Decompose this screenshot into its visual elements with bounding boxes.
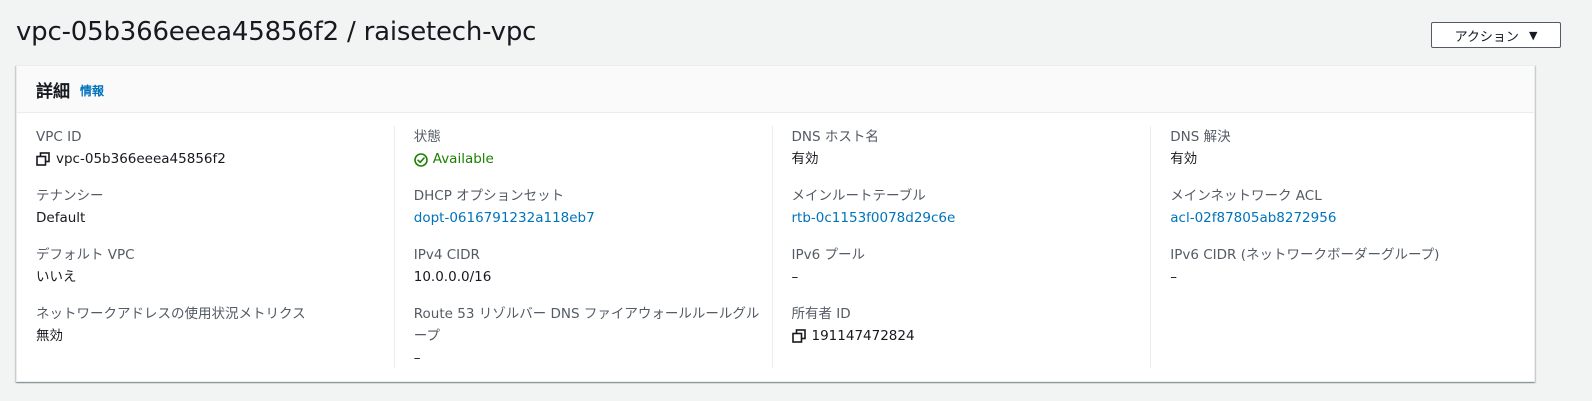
vpc-id-value: vpc-05b366eeea45856f2 bbox=[56, 151, 226, 167]
details-columns: VPC ID vpc-05b366eeea45856f2 テナンシー Defau… bbox=[17, 113, 1534, 368]
field-label: デフォルト VPC bbox=[36, 247, 135, 263]
field-dns-hostnames: DNS ホスト名 有効 bbox=[792, 126, 1152, 170]
field-label: テナンシー bbox=[36, 188, 104, 204]
details-panel-header: 詳細 情報 bbox=[17, 66, 1534, 113]
details-column-4: DNS 解決 有効 メインネットワーク ACL acl-02f87805ab82… bbox=[1151, 113, 1534, 368]
field-label: IPv4 CIDR bbox=[413, 247, 480, 263]
ipv6-cidr-value: – bbox=[1170, 269, 1177, 285]
field-label: VPC ID bbox=[36, 129, 82, 145]
main-network-acl-link[interactable]: acl-02f87805ab8272956 bbox=[1170, 207, 1336, 229]
field-main-route-table: メインルートテーブル rtb-0c1153f0078d29c6e bbox=[792, 185, 1152, 229]
ipv6-pool-value: – bbox=[791, 269, 799, 285]
status-success-icon bbox=[413, 152, 428, 167]
details-column-1: VPC ID vpc-05b366eeea45856f2 テナンシー Defau… bbox=[17, 113, 395, 368]
field-label: DNS 解決 bbox=[1170, 129, 1231, 145]
field-owner-id: 所有者 ID 191147472824 bbox=[792, 303, 1152, 347]
field-ipv6-cidr: IPv6 CIDR (ネットワークボーダーグループ) – bbox=[1170, 244, 1534, 288]
default-vpc-value: いいえ bbox=[36, 269, 77, 285]
copy-icon[interactable] bbox=[791, 329, 806, 343]
actions-button[interactable]: アクション ▼ bbox=[1431, 22, 1561, 48]
owner-id-value: 191147472824 bbox=[811, 328, 915, 344]
caret-down-icon: ▼ bbox=[1528, 28, 1538, 42]
field-value: vpc-05b366eeea45856f2 bbox=[36, 148, 395, 170]
field-label: メインネットワーク ACL bbox=[1170, 188, 1322, 204]
ipv4-cidr-value: 10.0.0.0/16 bbox=[413, 269, 492, 285]
field-label: IPv6 CIDR (ネットワークボーダーグループ) bbox=[1170, 247, 1440, 263]
field-route53-firewall: Route 53 リゾルバー DNS ファイアウォールルールグループ – bbox=[414, 303, 773, 369]
field-main-network-acl: メインネットワーク ACL acl-02f87805ab8272956 bbox=[1170, 185, 1534, 229]
field-tenancy: テナンシー Default bbox=[36, 185, 395, 229]
field-network-address-metrics: ネットワークアドレスの使用状況メトリクス 無効 bbox=[36, 303, 395, 347]
page-header: vpc-05b366eeea45856f2 / raisetech-vpc アク… bbox=[16, 14, 1561, 54]
page-title: vpc-05b366eeea45856f2 / raisetech-vpc bbox=[16, 17, 537, 47]
field-label: DNS ホスト名 bbox=[791, 129, 879, 145]
info-link[interactable]: 情報 bbox=[80, 82, 104, 99]
dhcp-options-link[interactable]: dopt-0616791232a118eb7 bbox=[414, 207, 595, 229]
field-label: Route 53 リゾルバー DNS ファイアウォールルールグループ bbox=[413, 306, 760, 344]
field-value: rtb-0c1153f0078d29c6e bbox=[792, 207, 1152, 229]
details-column-2: 状態 Available DHCP オプションセット dopt-06167912… bbox=[395, 113, 773, 368]
field-dns-resolution: DNS 解決 有効 bbox=[1170, 126, 1534, 170]
details-panel: 詳細 情報 VPC ID vpc-05b366eeea45856f2 テナンシー… bbox=[16, 65, 1535, 382]
field-label: 所有者 ID bbox=[791, 306, 851, 322]
dns-resolution-value: 有効 bbox=[1170, 151, 1198, 167]
field-label: IPv6 プール bbox=[791, 247, 866, 263]
field-label: DHCP オプションセット bbox=[413, 188, 565, 204]
network-address-metrics-value: 無効 bbox=[36, 328, 63, 344]
details-panel-title: 詳細 bbox=[36, 81, 70, 102]
field-label: 状態 bbox=[413, 129, 441, 145]
field-dhcp-options: DHCP オプションセット dopt-0616791232a118eb7 bbox=[414, 185, 773, 229]
field-value: 191147472824 bbox=[791, 325, 1152, 347]
field-value: dopt-0616791232a118eb7 bbox=[414, 207, 773, 229]
field-ipv4-cidr: IPv4 CIDR 10.0.0.0/16 bbox=[414, 244, 773, 288]
field-label: ネットワークアドレスの使用状況メトリクス bbox=[36, 306, 306, 322]
field-default-vpc: デフォルト VPC いいえ bbox=[36, 244, 395, 288]
dns-hostnames-value: 有効 bbox=[791, 151, 819, 167]
field-state: 状態 Available bbox=[414, 126, 773, 170]
copy-icon[interactable] bbox=[36, 152, 50, 166]
field-label: メインルートテーブル bbox=[791, 188, 926, 204]
field-ipv6-pool: IPv6 プール – bbox=[792, 244, 1152, 288]
tenancy-value: Default bbox=[36, 210, 86, 226]
field-value: acl-02f87805ab8272956 bbox=[1170, 207, 1534, 229]
state-value: Available bbox=[413, 148, 773, 170]
state-text: Available bbox=[432, 151, 494, 167]
field-vpc-id: VPC ID vpc-05b366eeea45856f2 bbox=[36, 126, 395, 170]
actions-button-label: アクション bbox=[1454, 29, 1519, 45]
route53-firewall-value: – bbox=[413, 350, 421, 366]
details-column-3: DNS ホスト名 有効 メインルートテーブル rtb-0c1153f0078d2… bbox=[773, 113, 1152, 368]
main-route-table-link[interactable]: rtb-0c1153f0078d29c6e bbox=[792, 207, 956, 229]
